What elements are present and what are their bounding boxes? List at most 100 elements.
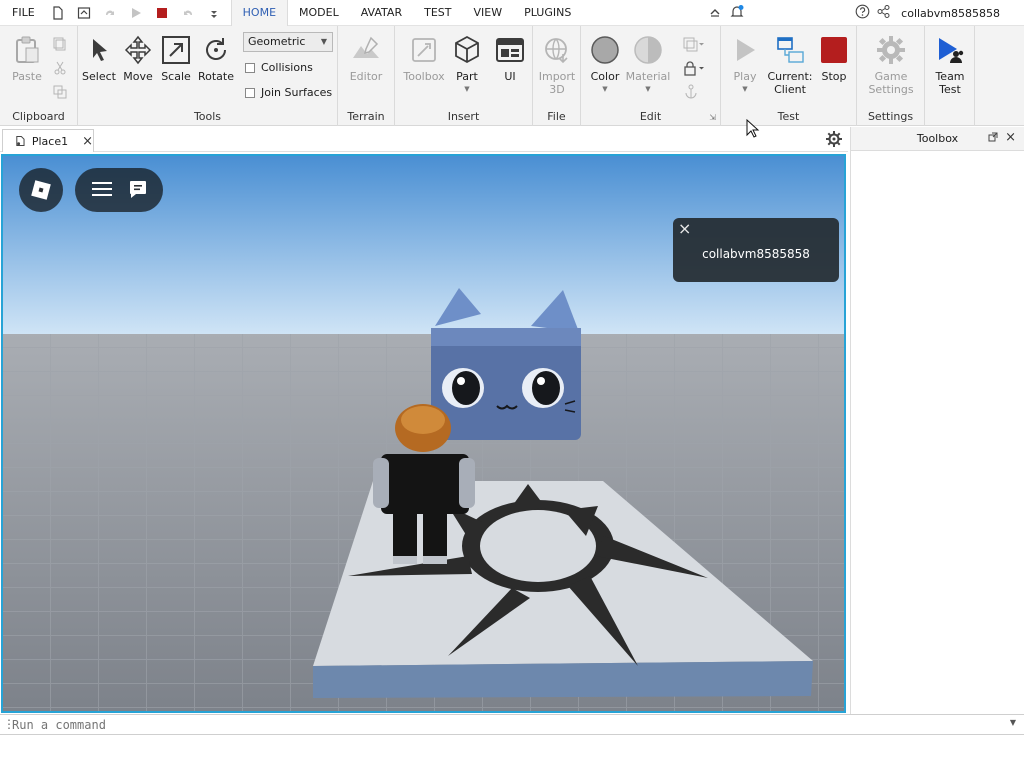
- chat-icon[interactable]: [128, 179, 148, 202]
- terrain-group: Editor Terrain: [338, 26, 395, 126]
- color-button[interactable]: Color ▼: [581, 34, 629, 93]
- collisions-label: Collisions: [261, 61, 313, 74]
- duplicate-icon[interactable]: [52, 84, 68, 100]
- lock-icon[interactable]: [683, 60, 704, 76]
- join-surfaces-label: Join Surfaces: [261, 86, 333, 99]
- ribbon: Paste Clipboard Select Move Scale Rotate…: [0, 26, 1024, 126]
- import-3d-label-line1: Import: [538, 70, 576, 83]
- rotate-button[interactable]: Rotate: [192, 34, 240, 83]
- material-dropdown-icon[interactable]: ▼: [624, 85, 672, 93]
- paste-button[interactable]: Paste: [3, 34, 51, 83]
- file-menu[interactable]: FILE: [0, 0, 47, 26]
- command-bar: ⋮ ▼: [0, 714, 1024, 735]
- current-client-label-line1: Current:: [767, 70, 813, 83]
- material-label: Material: [625, 70, 671, 83]
- move-arrows-icon: [122, 34, 154, 66]
- chevron-down-icon[interactable]: ▼: [1010, 718, 1016, 727]
- stop-button[interactable]: Stop: [810, 34, 858, 83]
- tools-group-label: Tools: [193, 110, 222, 123]
- collisions-checkbox[interactable]: Collisions: [245, 61, 313, 74]
- tab-home[interactable]: HOME: [230, 0, 289, 26]
- anchor-icon[interactable]: [683, 84, 699, 100]
- stop-icon[interactable]: [151, 2, 173, 24]
- popout-icon[interactable]: [988, 132, 998, 145]
- toolbox-panel: Toolbox ×: [850, 127, 1024, 714]
- viewport-settings-gear-icon[interactable]: [826, 131, 842, 147]
- clipboard-small-icons: [52, 36, 68, 100]
- import-3d-button[interactable]: Import 3D: [533, 34, 581, 96]
- copy-icon[interactable]: [52, 36, 68, 52]
- tab-avatar[interactable]: AVATAR: [350, 0, 413, 26]
- redo-icon[interactable]: [99, 2, 121, 24]
- group-icon[interactable]: [683, 36, 704, 52]
- current-client-label-line2: Client: [774, 83, 806, 96]
- insert-group: Toolbox Part ▼ UI Insert: [395, 26, 533, 126]
- test-group: Play ▼ Current: Client Stop Test: [721, 26, 857, 126]
- select-label: Select: [82, 70, 116, 83]
- edit-small-icons: [683, 36, 704, 100]
- rotate-label: Rotate: [197, 70, 234, 83]
- toast-close-icon[interactable]: ×: [678, 219, 691, 238]
- material-button[interactable]: Material ▼: [624, 34, 672, 93]
- quick-access-dropdown-icon[interactable]: [203, 2, 225, 24]
- game-viewport[interactable]: × collabvm8585858: [1, 154, 846, 713]
- toolbox-button[interactable]: Toolbox: [400, 34, 448, 83]
- toast-message: collabvm8585858: [702, 247, 810, 261]
- document-tab-place1[interactable]: Place1 ×: [2, 129, 94, 152]
- join-surfaces-checkbox[interactable]: Join Surfaces: [245, 86, 332, 99]
- chevron-down-icon: ▼: [320, 37, 327, 46]
- transform-mode-value: Geometric: [248, 35, 306, 48]
- tab-plugins[interactable]: PLUGINS: [513, 0, 582, 26]
- close-icon[interactable]: ×: [82, 134, 93, 149]
- ui-label: UI: [504, 70, 516, 83]
- paste-icon: [11, 34, 43, 66]
- tools-group: Select Move Scale Rotate Geometric ▼ Col…: [78, 26, 338, 126]
- color-dropdown-icon[interactable]: ▼: [581, 85, 629, 93]
- roblox-menu-button[interactable]: [19, 168, 63, 212]
- undo-icon[interactable]: [177, 2, 199, 24]
- edit-group-expand-icon[interactable]: ⇲: [709, 113, 716, 122]
- tab-test[interactable]: TEST: [413, 0, 462, 26]
- tab-view[interactable]: VIEW: [462, 0, 513, 26]
- collapse-ribbon-icon[interactable]: [708, 5, 722, 22]
- command-input[interactable]: [12, 716, 1002, 734]
- share-icon[interactable]: [876, 4, 891, 22]
- file-group: Import 3D File: [533, 26, 581, 126]
- help-icon[interactable]: [855, 4, 870, 22]
- client-server-icon: [774, 34, 806, 66]
- mouse-cursor-icon: [746, 118, 760, 142]
- terrain-group-label: Terrain: [347, 110, 385, 123]
- notifications-icon[interactable]: [729, 4, 745, 23]
- paste-label: Paste: [12, 70, 42, 83]
- ui-button[interactable]: UI: [486, 34, 534, 83]
- play-dropdown-icon[interactable]: ▼: [721, 85, 769, 93]
- tab-model[interactable]: MODEL: [288, 0, 350, 26]
- publish-icon[interactable]: [73, 2, 95, 24]
- settings-group: Game Settings Settings: [857, 26, 925, 126]
- current-client-button[interactable]: Current: Client: [766, 34, 814, 96]
- close-panel-icon[interactable]: ×: [1005, 130, 1016, 145]
- collisions-checkbox-box[interactable]: [245, 62, 255, 73]
- terrain-editor-button[interactable]: Editor: [342, 34, 390, 83]
- game-settings-button[interactable]: Game Settings: [867, 34, 915, 96]
- hamburger-menu-icon[interactable]: [91, 180, 113, 201]
- team-test-button[interactable]: Team Test: [926, 34, 974, 96]
- transform-mode-dropdown[interactable]: Geometric ▼: [243, 32, 333, 52]
- part-button[interactable]: Part ▼: [443, 34, 491, 93]
- username-label[interactable]: collabvm8585858: [901, 7, 1000, 20]
- cut-icon[interactable]: [52, 60, 68, 76]
- team-test-icon: [934, 34, 966, 66]
- clipboard-group: Paste Clipboard: [0, 26, 78, 126]
- play-icon[interactable]: [125, 2, 147, 24]
- part-dropdown-icon[interactable]: ▼: [443, 85, 491, 93]
- settings-group-label: Settings: [867, 110, 914, 123]
- menu-bar: FILE HOME MODEL AVATAR TEST VIEW PLUGINS…: [0, 0, 1024, 26]
- game-settings-label-line2: Settings: [868, 83, 914, 96]
- place-file-icon: [16, 135, 25, 147]
- import-3d-label-line2: 3D: [549, 83, 565, 96]
- play-button[interactable]: Play ▼: [721, 34, 769, 93]
- material-icon: [632, 34, 664, 66]
- edit-group: Color ▼ Material ▼ Edit ⇲: [581, 26, 721, 126]
- join-surfaces-checkbox-box[interactable]: [245, 87, 255, 98]
- new-file-icon[interactable]: [47, 2, 69, 24]
